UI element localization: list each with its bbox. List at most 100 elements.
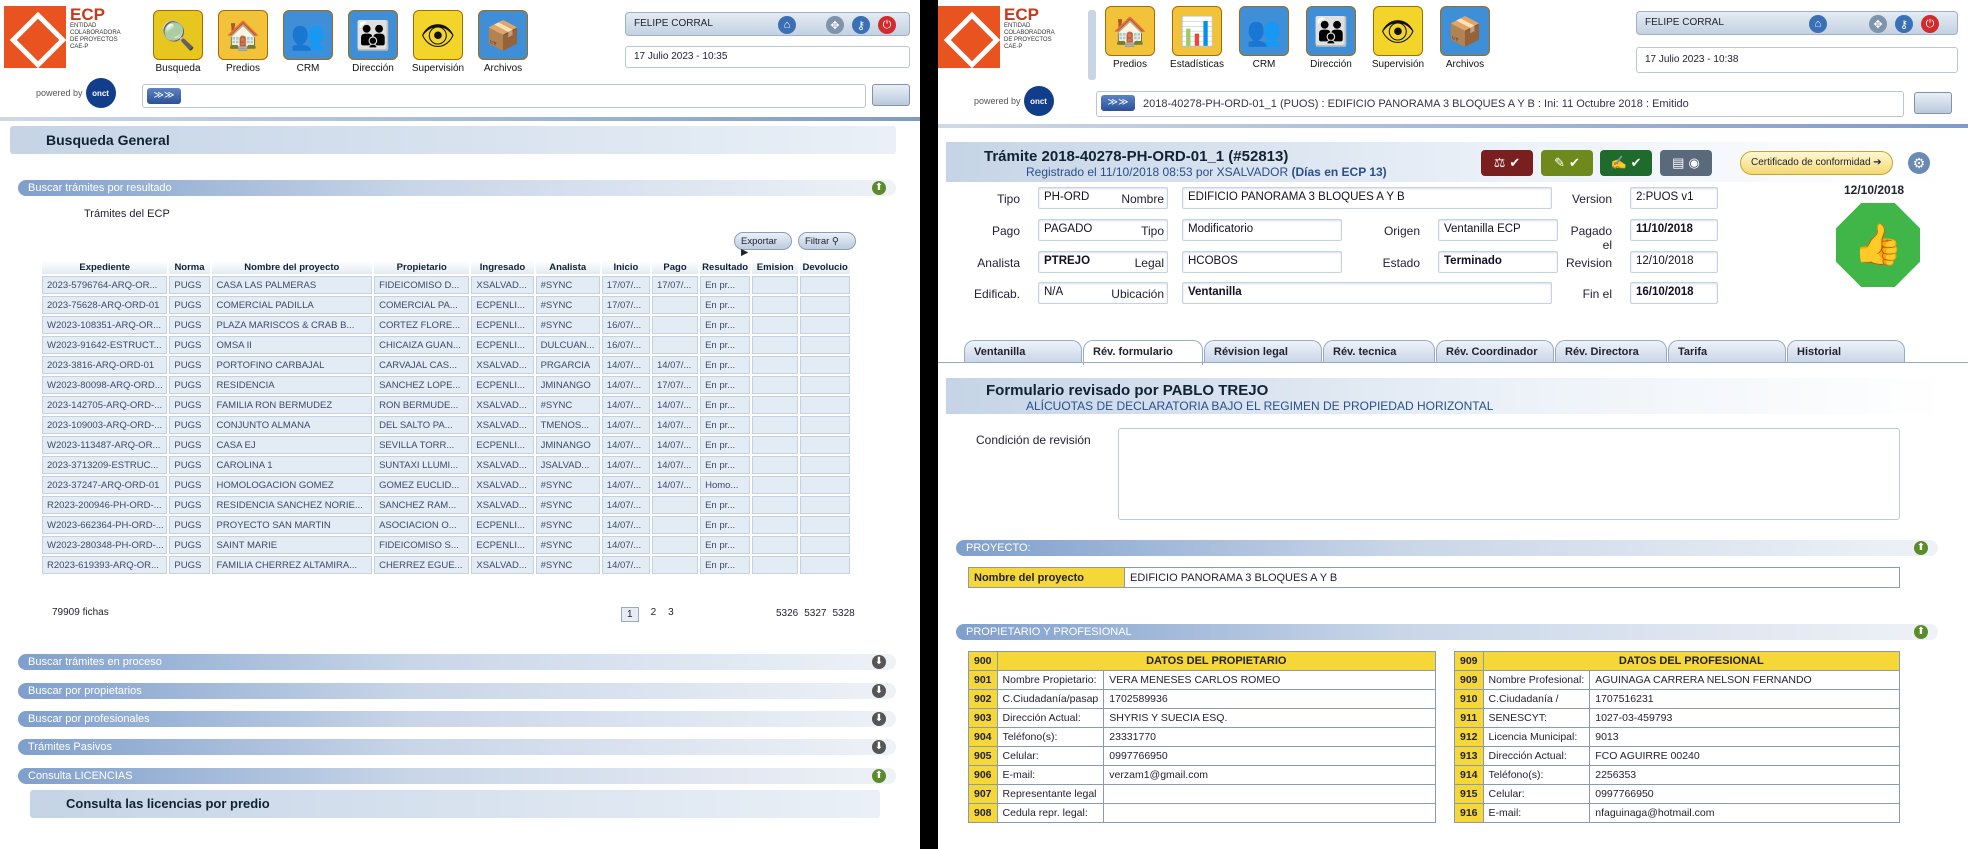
section-resultado[interactable]: Buscar trámites por resultado ⬆	[18, 180, 896, 196]
table-row[interactable]: 2023-3713209-ESTRUC... PUGS CAROLINA 1 SUNT…	[42, 456, 850, 474]
nav-collapse-handle[interactable]	[1088, 10, 1096, 80]
collapse-icon[interactable]: ⬆	[1914, 625, 1928, 639]
tab-tarifa[interactable]: Tarifa	[1668, 340, 1786, 363]
nav-search[interactable]: 🔍 Busqueda	[150, 10, 206, 74]
row-value[interactable]: 0997766950	[1103, 746, 1436, 766]
row-value[interactable]: nfaguinaga@hotmail.com	[1589, 803, 1900, 823]
legal-field[interactable]: HCOBOS	[1182, 251, 1342, 273]
key-icon[interactable]: ⚷	[1895, 15, 1913, 33]
expand-icon[interactable]: ⬇	[872, 684, 886, 698]
row-value[interactable]	[1103, 784, 1436, 804]
nav-org[interactable]: 👪 Dirección	[345, 10, 401, 74]
export-button[interactable]: Exportar ▶	[734, 232, 792, 258]
legal-status-badge[interactable]: ⚖ ✔	[1481, 150, 1533, 176]
expand-icon[interactable]: ⬇	[872, 740, 886, 754]
section-profesionales[interactable]: Buscar por profesionales ⬇	[18, 711, 896, 727]
nav-eye[interactable]: 👁 Supervisión	[410, 10, 466, 74]
origen-field[interactable]: Ventanilla ECP	[1438, 219, 1558, 241]
screen-toggle-button[interactable]	[872, 84, 910, 106]
revision-field[interactable]: 12/10/2018	[1630, 251, 1718, 273]
tab-r-v-tecnica[interactable]: Rév. tecnica	[1323, 340, 1435, 363]
section-proceso[interactable]: Buscar trámites en proceso ⬇	[18, 654, 896, 670]
table-row[interactable]: 2023-37247-ARQ-ORD-01 PUGS HOMOLOGACION GO…	[42, 476, 850, 494]
move-icon[interactable]: ✥	[826, 16, 844, 34]
row-value[interactable]: 1702589936	[1103, 689, 1436, 709]
column-header[interactable]: Analista	[535, 261, 600, 274]
estado-field[interactable]: Terminado	[1438, 251, 1558, 273]
row-value[interactable]: VERA MENESES CARLOS ROMEO	[1103, 670, 1436, 690]
section-licencias[interactable]: Consulta LICENCIAS ⬆	[18, 768, 896, 784]
row-value[interactable]: 2256353	[1589, 765, 1900, 785]
tab-r-v-directora[interactable]: Rév. Directora	[1555, 340, 1667, 363]
power-icon[interactable]: ⏻	[878, 16, 896, 34]
form-status-badge[interactable]: ✎ ✔	[1541, 150, 1593, 176]
version-field[interactable]: 2:PUOS v1	[1630, 187, 1718, 209]
tab-r-vision-legal[interactable]: Révision legal	[1204, 340, 1322, 363]
table-row[interactable]: 2023-5796764-ARQ-OR... PUGS CASA LAS PALME…	[42, 276, 850, 294]
column-header[interactable]: Norma	[169, 261, 210, 274]
column-header[interactable]: Inicio	[601, 261, 650, 274]
table-row[interactable]: W2023-108351-ARQ-OR... PUGS PLAZA MARISCOS…	[42, 316, 850, 334]
tab-ventanilla[interactable]: Ventanilla	[964, 340, 1082, 363]
nav-stats[interactable]: 📊 Estadísticas	[1169, 6, 1225, 70]
tab-historial[interactable]: Historial	[1787, 340, 1905, 363]
gear-icon[interactable]: ⚙	[1908, 152, 1930, 174]
home-icon[interactable]: ⌂	[778, 16, 796, 34]
key-icon[interactable]: ⚷	[852, 16, 870, 34]
nav-people[interactable]: 👥 CRM	[280, 10, 336, 74]
expand-icon[interactable]: ⬇	[872, 655, 886, 669]
filter-button[interactable]: Filtrar ⚲	[798, 232, 856, 250]
nav-box[interactable]: 📦 Archivos	[1437, 6, 1493, 70]
column-header[interactable]: Propietario	[374, 261, 470, 274]
nav-people[interactable]: 👥 CRM	[1236, 6, 1292, 70]
column-header[interactable]: Resultado	[700, 261, 751, 274]
power-icon[interactable]: ⏻	[1921, 15, 1939, 33]
table-row[interactable]: 2023-75628-ARQ-ORD-01 PUGS COMERCIAL PADIL…	[42, 296, 850, 314]
page-link[interactable]: 2	[651, 607, 657, 622]
table-row[interactable]: R2023-619393-ARQ-OR... PUGS FAMILIA CHERRE…	[42, 556, 850, 574]
row-value[interactable]: SHYRIS Y SUECIA ESQ.	[1103, 708, 1436, 728]
row-value[interactable]: 0997766950	[1589, 784, 1900, 804]
table-row[interactable]: W2023-113487-ARQ-OR... PUGS CASA EJ SEVILLA…	[42, 436, 850, 454]
column-header[interactable]: Devolucio	[800, 261, 850, 274]
row-value[interactable]: AGUINAGA CARRERA NELSON FERNANDO	[1589, 670, 1900, 690]
column-header[interactable]: Pago	[651, 261, 699, 274]
column-header[interactable]: Emision	[752, 261, 799, 274]
ubicacion-field[interactable]: Ventanilla	[1182, 282, 1552, 304]
collapse-icon[interactable]: ⬆	[872, 769, 886, 783]
nav-house[interactable]: 🏠 Predios	[1102, 6, 1158, 70]
tab-r-v-coordinador[interactable]: Rév. Coordinador	[1436, 340, 1554, 363]
document-badge[interactable]: ▤ ◉	[1660, 150, 1712, 176]
expand-icon[interactable]: ⬇	[872, 712, 886, 726]
nav-eye[interactable]: 👁 Supervisión	[1370, 6, 1426, 70]
section-pasivos[interactable]: Trámites Pasivos ⬇	[18, 739, 896, 755]
row-value[interactable]: FCO AGUIRRE 00240	[1589, 746, 1900, 766]
row-value[interactable]: 1027-03-459793	[1589, 708, 1900, 728]
row-value[interactable]: 9013	[1589, 727, 1900, 747]
table-row[interactable]: W2023-280348-PH-ORD-... PUGS SAINT MARIE FI…	[42, 536, 850, 554]
table-row[interactable]: W2023-91642-ESTRUCT... PUGS OMSA II CHICAIZ…	[42, 336, 850, 354]
certificate-button[interactable]: Certificado de conformidad ➔	[1740, 151, 1893, 175]
pagadoel-field[interactable]: 11/10/2018	[1630, 219, 1718, 241]
condicion-textarea[interactable]	[1118, 428, 1900, 520]
page-link[interactable]: 5326	[776, 608, 798, 619]
column-header[interactable]: Nombre del proyecto	[211, 261, 373, 274]
row-value[interactable]: 1707516231	[1589, 689, 1900, 709]
section-propietario-profesional[interactable]: PROPIETARIO Y PROFESIONAL ⬆	[956, 624, 1938, 640]
move-icon[interactable]: ✥	[1869, 15, 1887, 33]
table-row[interactable]: R2023-200946-PH-ORD-... PUGS RESIDENCIA SA…	[42, 496, 850, 514]
page-link[interactable]: 1	[621, 607, 639, 622]
page-link[interactable]: 3	[668, 607, 674, 622]
nombre-field[interactable]: EDIFICIO PANORAMA 3 BLOQUES A Y B	[1182, 187, 1552, 209]
table-row[interactable]: 2023-3816-ARQ-ORD-01 PUGS PORTOFINO CARBAJ…	[42, 356, 850, 374]
table-row[interactable]: 2023-142705-ARQ-ORD-... PUGS FAMILIA RON B…	[42, 396, 850, 414]
tipo2-field[interactable]: Modificatorio	[1182, 219, 1342, 241]
home-icon[interactable]: ⌂	[1809, 15, 1827, 33]
section-propietarios[interactable]: Buscar por propietarios ⬇	[18, 683, 896, 699]
screen-toggle-button[interactable]	[1914, 92, 1952, 114]
nav-org[interactable]: 👪 Dirección	[1303, 6, 1359, 70]
collapse-icon[interactable]: ⬆	[872, 181, 886, 195]
page-link[interactable]: 5327	[804, 608, 826, 619]
row-value[interactable]: verzam1@gmail.com	[1103, 765, 1436, 785]
crumb-arrows[interactable]: ≫≫	[1101, 95, 1135, 111]
